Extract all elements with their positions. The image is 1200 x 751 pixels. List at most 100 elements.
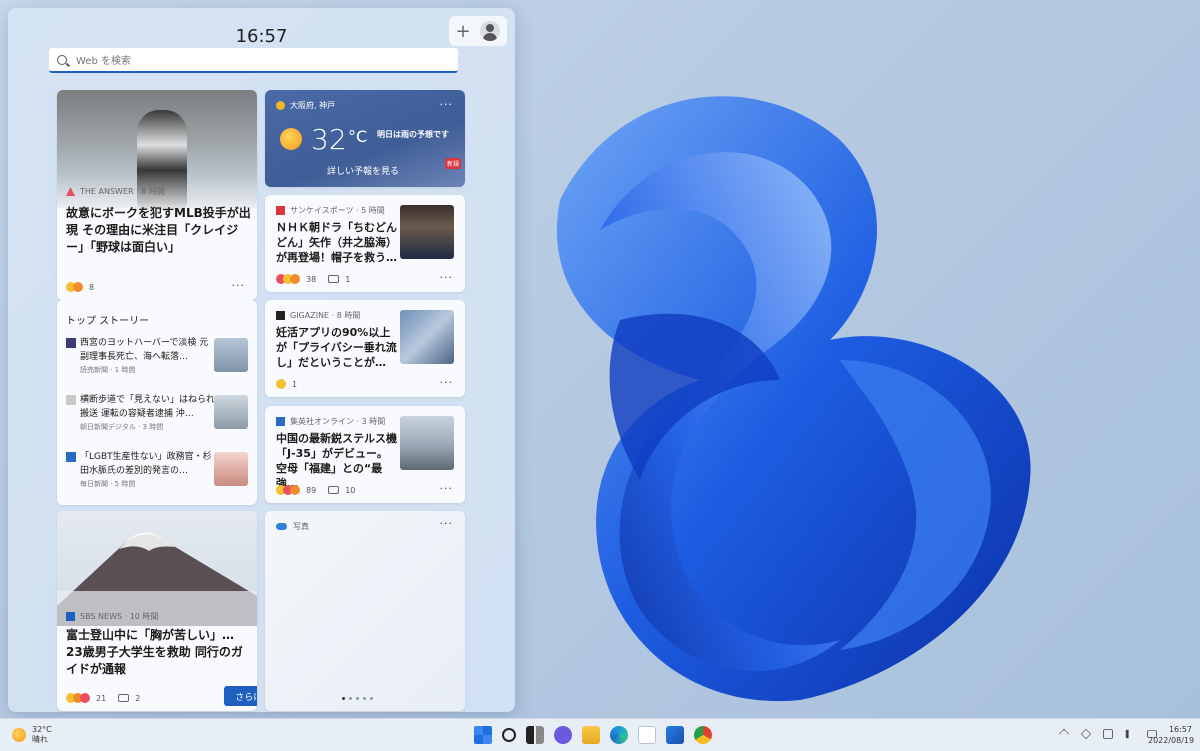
source-logo-icon [276, 206, 285, 215]
source-logo-icon [66, 612, 75, 621]
new-badge: 新規 [445, 158, 462, 169]
news-thumbnail [400, 310, 454, 364]
explorer-icon[interactable] [582, 726, 600, 744]
source-logo-icon [276, 417, 285, 426]
news-thumbnail [400, 416, 454, 470]
taskbar-weather-temp: 32°C [32, 725, 52, 734]
page-dot [342, 697, 345, 700]
top-story-item[interactable]: 横断歩道で「見えない」はねられ 搬送 運転の容疑者逮捕 沖… 朝日新聞デジタル … [66, 393, 249, 441]
comment-icon [118, 694, 130, 702]
sun-icon [12, 728, 26, 742]
more-options-button[interactable]: ··· [440, 376, 454, 389]
news-card-gigazine[interactable]: GIGAZINE · 8 時間 妊活アプリの90%以上が「プライバシー垂れ流し」… [265, 300, 465, 397]
news-reactions[interactable]: 89 10 [276, 485, 355, 495]
news-source: サンケイスポーツ · 5 時間 [276, 205, 385, 216]
weather-card[interactable]: 大阪府, 神戸 32 °C 明日は雨の予想です 詳しい予報を見る 新規 ··· [265, 90, 465, 187]
source-logo-icon [66, 452, 76, 462]
weather-temperature: 32 [311, 123, 347, 156]
weather-location: 大阪府, 神戸 [276, 100, 335, 111]
search-icon [57, 54, 67, 65]
top-story-item[interactable]: 西宮のヨットハーバーで淡検 元副理事長死亡、海へ転落… 読売新聞 · 1 時間 [66, 336, 249, 384]
more-options-button[interactable]: ··· [232, 279, 246, 292]
news-source: 集英社オンライン · 3 時間 [276, 416, 385, 427]
news-reactions[interactable]: 1 [276, 379, 297, 389]
source-logo-icon [66, 187, 75, 196]
chat-icon[interactable] [554, 726, 572, 744]
photos-card[interactable]: 写真 ··· [265, 511, 465, 711]
top-stories-title: トップ ストーリー [66, 316, 150, 327]
news-headline[interactable]: 故意にボークを犯すMLB投手が出現 その理由に米注目「クレイジー」「野球は面白い… [66, 205, 251, 256]
taskbar-weather-desc: 晴れ [32, 735, 48, 744]
news-source: GIGAZINE · 8 時間 [276, 310, 360, 321]
more-options-button[interactable]: ··· [440, 271, 454, 284]
partly-sunny-icon [276, 101, 285, 110]
task-view-icon[interactable] [526, 726, 544, 744]
laugh-reaction-icon [290, 485, 300, 495]
mountain-image [57, 532, 257, 626]
photos-source: 写真 [276, 521, 309, 532]
story-thumbnail [214, 338, 248, 372]
news-reactions[interactable]: 38 1 [276, 274, 350, 284]
sun-icon [280, 128, 302, 150]
taskbar: 32°C 晴れ 16:57 2022/08/19 [0, 718, 1200, 751]
show-more-button[interactable]: さらに表示 › [224, 686, 257, 706]
monitor-icon[interactable] [1103, 729, 1113, 739]
news-headline[interactable]: 中国の最新鋭ステルス機「J-35」がデビュー。空母「福建」との“最強… [276, 431, 398, 491]
snipping-icon[interactable] [638, 726, 656, 744]
news-card-sankei[interactable]: サンケイスポーツ · 5 時間 ＮＨＫ朝ドラ「ちむどんどん」矢作（井之脇海）が再… [265, 195, 465, 292]
news-headline[interactable]: 富士登山中に「胸が苦しい」… 23歳男子大学生を救助 同行のガイドが通報 [66, 627, 251, 678]
source-logo-icon [66, 395, 76, 405]
story-thumbnail [214, 452, 248, 486]
comment-icon [328, 486, 340, 494]
edge-icon[interactable] [610, 726, 628, 744]
weather-detail-link[interactable]: 詳しい予報を見る [327, 164, 399, 177]
news-reactions[interactable]: 8 [66, 282, 94, 292]
store-icon[interactable] [666, 726, 684, 744]
chevron-up-icon[interactable] [1058, 728, 1070, 740]
weather-unit: °C [348, 127, 368, 146]
top-story-item[interactable]: 「LGBT生産性ない」政務官・杉田水脈氏の差別的発言の… 毎日新聞 · 5 時間 [66, 450, 249, 498]
page-indicator [342, 697, 373, 700]
story-thumbnail [214, 395, 248, 429]
weather-forecast: 明日は雨の予想です [377, 130, 449, 139]
heart-reaction-icon [80, 693, 90, 703]
panel-top-buttons: + [449, 16, 507, 46]
more-options-button[interactable]: ··· [440, 517, 454, 530]
volume-icon[interactable] [1125, 729, 1134, 739]
source-logo-icon [276, 311, 285, 320]
news-headline[interactable]: ＮＨＫ朝ドラ「ちむどんどん」矢作（井之脇海）が再登場！帽子を救う… [276, 220, 398, 265]
page-dot [363, 697, 366, 700]
taskbar-clock[interactable]: 16:57 2022/08/19 [1148, 724, 1194, 746]
start-icon[interactable] [474, 726, 492, 744]
location-icon[interactable] [1080, 728, 1092, 740]
news-reactions[interactable]: 21 2 [66, 693, 140, 703]
add-widget-button[interactable]: + [449, 21, 477, 42]
top-stories-card: トップ ストーリー 西宮のヨットハーバーで淡検 元副理事長死亡、海へ転落… 読売… [57, 300, 257, 505]
search-icon[interactable] [502, 728, 516, 742]
laugh-reaction-icon [73, 282, 83, 292]
more-options-button[interactable]: ··· [440, 482, 454, 495]
news-source: THE ANSWER · 8 時間 [66, 186, 165, 197]
more-options-button[interactable]: ··· [440, 98, 454, 111]
news-source: SBS NEWS · 10 時間 [66, 611, 158, 622]
page-dot [349, 697, 352, 700]
news-card-baseball[interactable]: THE ANSWER · 8 時間 故意にボークを犯すMLB投手が出現 その理由… [57, 90, 257, 300]
taskbar-app-icons [474, 726, 712, 744]
search-placeholder: Web を検索 [76, 56, 131, 67]
comment-icon [328, 275, 340, 283]
account-avatar-icon[interactable] [480, 21, 500, 41]
news-photo-mountain [57, 511, 257, 626]
page-dot [356, 697, 359, 700]
page-dot [370, 697, 373, 700]
news-card-fuji[interactable]: SBS NEWS · 10 時間 富士登山中に「胸が苦しい」… 23歳男子大学生… [57, 511, 257, 711]
onedrive-cloud-icon [276, 523, 287, 530]
chrome-icon[interactable] [694, 726, 712, 744]
system-tray [1058, 728, 1158, 740]
news-card-shueisha[interactable]: 集英社オンライン · 3 時間 中国の最新鋭ステルス機「J-35」がデビュー。空… [265, 406, 465, 503]
panel-clock: 16:57 [235, 26, 288, 47]
news-thumbnail [400, 205, 454, 259]
web-search-input[interactable]: Web を検索 [49, 48, 458, 73]
news-headline[interactable]: 妊活アプリの90%以上が「プライバシー垂れ流し」だということが… [276, 325, 398, 370]
source-logo-icon [66, 338, 76, 348]
taskbar-weather-widget[interactable]: 32°C 晴れ [12, 725, 52, 745]
